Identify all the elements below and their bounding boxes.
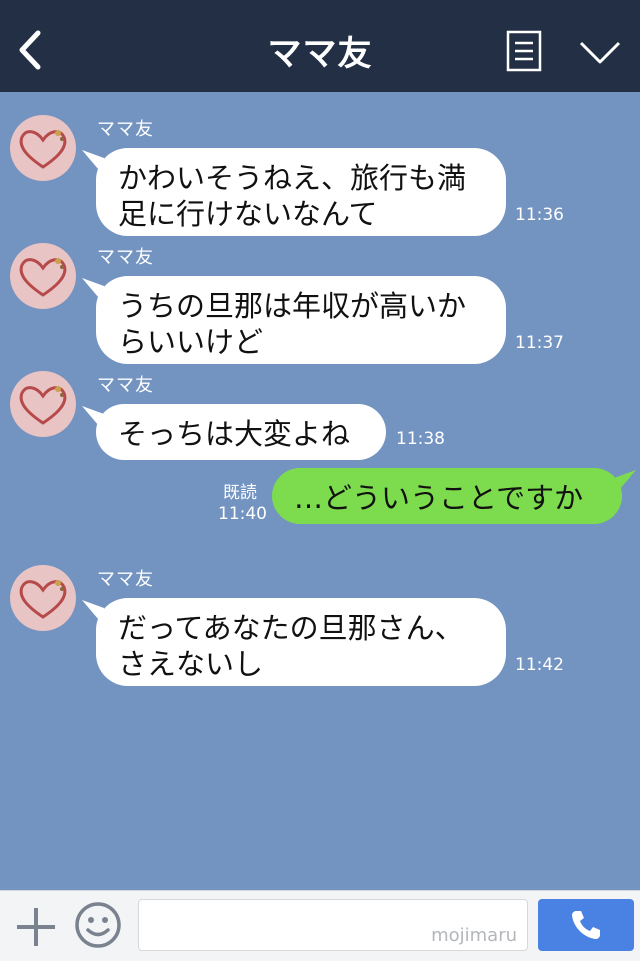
read-label: 既読	[223, 483, 257, 503]
heart-bracelet-icon	[19, 580, 67, 619]
message-line: らいいけど	[118, 325, 264, 359]
avatar[interactable]	[10, 243, 76, 309]
message-time: 11:40	[218, 504, 267, 524]
sender-name: ママ友	[97, 569, 154, 590]
input-bar: mojimaru	[0, 890, 640, 961]
message-time: 11:36	[515, 205, 564, 225]
heart-bracelet-icon	[19, 386, 67, 425]
message-line: さえないし	[118, 647, 264, 681]
message-time: 11:37	[515, 333, 564, 353]
sender-name: ママ友	[97, 375, 154, 396]
message-time: 11:42	[515, 655, 564, 675]
avatar[interactable]	[10, 371, 76, 437]
sender-name: ママ友	[97, 119, 154, 140]
message-line: だってあなたの旦那さん、	[118, 611, 464, 645]
watermark: mojimaru	[431, 925, 517, 946]
phone-icon	[572, 911, 600, 939]
avatar[interactable]	[10, 115, 76, 181]
heart-bracelet-icon	[19, 258, 67, 297]
chat-title: ママ友	[267, 34, 373, 74]
chat-header: ママ友	[0, 0, 640, 92]
plus-icon	[17, 908, 55, 946]
message-bubble[interactable]: かわいそうねえ、旅行も満 足に行けないなんて	[96, 148, 506, 236]
chat-area[interactable]: ママ友 かわいそうねえ、旅行も満 足に行けないなんて 11:36 ママ友 うちの…	[0, 92, 640, 890]
chevron-down-icon	[579, 41, 621, 64]
message-bubble[interactable]: うちの旦那は年収が高いか らいいけど	[96, 276, 506, 364]
heart-bracelet-icon	[19, 130, 67, 169]
emoji-button[interactable]	[74, 901, 122, 949]
message-time: 11:38	[396, 429, 445, 449]
message-bubble-outgoing[interactable]: …どういうことですか	[272, 468, 622, 524]
avatar[interactable]	[10, 565, 76, 631]
message-bubble[interactable]: そっちは大変よね	[96, 404, 386, 460]
notes-icon	[506, 30, 542, 72]
message-line: 足に行けないなんて	[118, 197, 378, 231]
call-button[interactable]	[538, 899, 634, 951]
message-bubble[interactable]: だってあなたの旦那さん、 さえないし	[96, 598, 506, 686]
read-receipt: 既読 11:40	[218, 483, 267, 525]
sender-name: ママ友	[97, 247, 154, 268]
message-line: かわいそうねえ、旅行も満	[118, 161, 467, 195]
menu-button[interactable]	[506, 30, 542, 72]
message-line: そっちは大変よね	[118, 417, 351, 451]
message-line: …どういうことですか	[294, 481, 584, 515]
smiley-icon	[75, 902, 121, 948]
add-button[interactable]	[14, 905, 58, 949]
message-input[interactable]: mojimaru	[138, 899, 528, 951]
expand-button[interactable]	[578, 38, 622, 66]
message-line: うちの旦那は年収が高いか	[118, 289, 467, 323]
